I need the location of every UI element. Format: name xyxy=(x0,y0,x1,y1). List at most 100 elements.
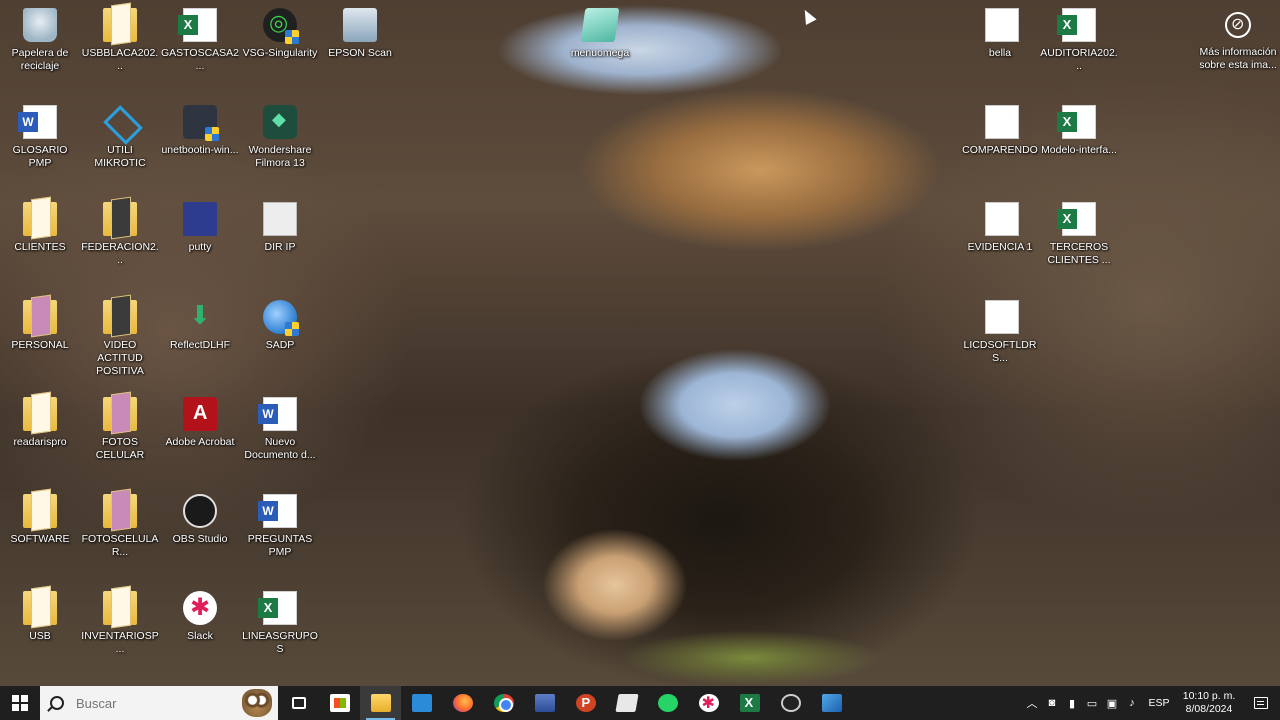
desktop-icon-label: USBBLACA202... xyxy=(81,47,159,72)
taskbar-mail[interactable] xyxy=(401,686,442,720)
notification-center-button[interactable] xyxy=(1242,686,1280,720)
desktop-icon-label: Slack xyxy=(187,630,213,642)
desktop-icon-label: DIR IP xyxy=(264,241,296,253)
desktop-icon-federacion[interactable]: FEDERACION2... xyxy=(81,196,159,288)
volume-icon[interactable]: ♪ xyxy=(1122,686,1142,720)
taskbar-chrome[interactable] xyxy=(483,686,524,720)
desktop-icon-label: GLOSARIO PMP xyxy=(12,144,68,169)
desktop-icon-adobe-acrobat[interactable]: Adobe Acrobat xyxy=(161,391,239,483)
adobe-acrobat-icon xyxy=(183,397,217,431)
battery-icon[interactable]: ▭ xyxy=(1082,686,1102,720)
network-status-icon[interactable]: ▣ xyxy=(1102,686,1122,720)
taskbar-store[interactable] xyxy=(319,686,360,720)
desktop-icon-gastoscasa[interactable]: GASTOSCASA2... xyxy=(161,2,239,94)
microsoft-store-icon xyxy=(329,694,350,712)
desktop-icon-obs-studio[interactable]: OBS Studio xyxy=(161,488,239,580)
language-indicator[interactable]: ESP xyxy=(1142,697,1176,709)
wallpaper-info-label: Más información sobre esta ima... xyxy=(1199,46,1277,71)
folder-icon xyxy=(23,397,57,431)
folder-icon xyxy=(103,8,137,42)
taskbar-firefox[interactable] xyxy=(442,686,483,720)
desktop-icon-fotos-celular[interactable]: FOTOS CELULAR xyxy=(81,391,159,483)
search-input[interactable] xyxy=(76,695,226,711)
desktop-icon-usb[interactable]: USB xyxy=(1,585,79,677)
desktop-icon-recycle-bin[interactable]: Papelera de reciclaje xyxy=(1,2,79,94)
desktop-icon-slack[interactable]: Slack xyxy=(161,585,239,677)
microphone-icon[interactable]: ▮ xyxy=(1062,686,1082,720)
excel-file-icon xyxy=(1057,8,1096,42)
clock[interactable]: 10:10 p. m. 8/08/2024 xyxy=(1176,686,1242,720)
putty-icon xyxy=(183,202,217,236)
folder-icon xyxy=(23,202,57,236)
desktop-icon-inventariosp[interactable]: INVENTARIOSP... xyxy=(81,585,159,677)
desktop-icon-comparendo[interactable]: COMPARENDO xyxy=(961,99,1039,191)
taskbar-powerpoint[interactable] xyxy=(565,686,606,720)
task-view-button[interactable] xyxy=(278,686,319,720)
folder-icon xyxy=(23,300,57,334)
search-icon xyxy=(50,696,64,710)
desktop-icon-label: OBS Studio xyxy=(172,533,228,545)
desktop-icon-software[interactable]: SOFTWARE xyxy=(1,488,79,580)
desktop-icon-licdsoftldrs[interactable]: LICDSOFTLDRS... xyxy=(961,294,1039,386)
chevron-up-icon[interactable]: ︿ xyxy=(1022,686,1042,720)
desktop-icon-bella[interactable]: bella xyxy=(961,2,1039,94)
start-button[interactable] xyxy=(0,686,40,720)
word-file-icon xyxy=(18,105,57,139)
desktop-icon-fotoscelular[interactable]: FOTOSCELULAR... xyxy=(81,488,159,580)
taskbar-whatsapp[interactable] xyxy=(647,686,688,720)
desktop-icon-clientes[interactable]: CLIENTES xyxy=(1,196,79,288)
desktop-icon-label: COMPARENDO xyxy=(962,144,1038,156)
blank-file-icon xyxy=(985,8,1019,42)
folder-icon xyxy=(103,202,137,236)
desktop-icon-epson-scan[interactable]: EPSON Scan xyxy=(321,2,399,94)
desktop-icon-putty[interactable]: putty xyxy=(161,196,239,288)
desktop-icon-label: LINEASGRUPOS xyxy=(242,630,318,655)
desktop-icon-sadp[interactable]: SADP xyxy=(241,294,319,386)
network-tool-icon xyxy=(534,694,555,712)
desktop-icon-label: AUDITORIA202... xyxy=(1040,47,1118,72)
camera-icon[interactable]: ◙ xyxy=(1042,686,1062,720)
owl-doodle-icon xyxy=(242,689,272,717)
notification-icon xyxy=(1254,697,1268,709)
desktop-icon-evidencia-1[interactable]: EVIDENCIA 1 xyxy=(961,196,1039,288)
download-icon xyxy=(183,300,217,334)
desktop-icon-auditoria[interactable]: AUDITORIA202... xyxy=(1040,2,1118,94)
taskbar-vsg[interactable] xyxy=(770,686,811,720)
recycle-bin-icon xyxy=(23,8,57,42)
desktop-icon-unetbootin[interactable]: unetbootin-win... xyxy=(161,99,239,191)
system-tray: ︿ ◙ ▮ ▭ ▣ ♪ ESP 10:10 p. m. 8/08/2024 xyxy=(1022,686,1280,720)
blank-file-icon xyxy=(985,202,1019,236)
desktop-icon-video-actitud-positiva[interactable]: VIDEO ACTITUD POSITIVA xyxy=(81,294,159,386)
desktop-icon-preguntas-pmp[interactable]: PREGUNTAS PMP xyxy=(241,488,319,580)
clock-date: 8/08/2024 xyxy=(1185,703,1233,715)
desktop-icon-label: FOTOS CELULAR xyxy=(95,436,145,461)
taskbar-file-explorer[interactable] xyxy=(360,686,401,720)
desktop-icon-terceros-clientes[interactable]: TERCEROS CLIENTES ... xyxy=(1040,196,1118,288)
taskbar-slack[interactable] xyxy=(688,686,729,720)
taskbar-search[interactable] xyxy=(40,686,278,720)
desktop-icon-label: readarispro xyxy=(13,436,67,448)
desktop-icon-label: menuomega xyxy=(570,47,630,59)
desktop-icon-reflectdlhf[interactable]: ReflectDLHF xyxy=(161,294,239,386)
desktop-icon-vsg-singularity[interactable]: VSG-Singularity xyxy=(241,2,319,94)
desktop-icon-utili-mikrotic[interactable]: UTILI MIKROTIC xyxy=(81,99,159,191)
wallpaper-info-widget[interactable]: Más información sobre esta ima... xyxy=(1196,8,1280,80)
taskbar-network-tool[interactable] xyxy=(524,686,565,720)
blank-file-icon xyxy=(985,300,1019,334)
taskbar-notes[interactable] xyxy=(606,686,647,720)
desktop-icon-nuevo-documento[interactable]: Nuevo Documento d... xyxy=(241,391,319,483)
desktop-icon-dir-ip[interactable]: DIR IP xyxy=(241,196,319,288)
desktop-icon-readarispro[interactable]: readarispro xyxy=(1,391,79,483)
taskbar-paint[interactable] xyxy=(811,686,852,720)
desktop-icon-menuomega[interactable]: menuomega xyxy=(561,2,639,94)
desktop-icon-glosario-pmp[interactable]: GLOSARIO PMP xyxy=(1,99,79,191)
desktop-icon-filmora[interactable]: Wondershare Filmora 13 xyxy=(241,99,319,191)
notes-icon xyxy=(614,694,639,712)
obs-studio-icon xyxy=(183,494,217,528)
taskbar-excel[interactable] xyxy=(729,686,770,720)
folder-icon xyxy=(103,591,137,625)
desktop-icon-modelo-interfaz[interactable]: Modelo-interfa... xyxy=(1040,99,1118,191)
desktop-icon-personal[interactable]: PERSONAL xyxy=(1,294,79,386)
desktop-icon-lineasgrupos[interactable]: LINEASGRUPOS xyxy=(241,585,319,677)
desktop-icon-usbblaca[interactable]: USBBLACA202... xyxy=(81,2,159,94)
